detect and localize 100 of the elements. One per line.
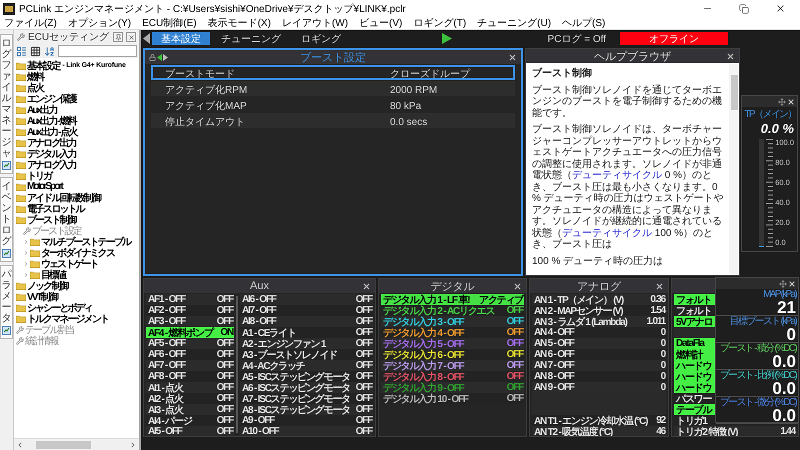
- close-button[interactable]: [126, 32, 136, 42]
- help-paragraph: 100 % デューティ時の圧力は: [532, 256, 664, 267]
- channel-label: AF3 - OFF: [148, 316, 185, 327]
- close-icon[interactable]: [726, 52, 735, 61]
- tree-item[interactable]: MotorSport: [16, 181, 62, 192]
- tab[interactable]: チューニング: [212, 32, 290, 45]
- scroll-left-icon[interactable]: [16, 440, 24, 448]
- forward-icon[interactable]: [163, 54, 168, 61]
- channel-value: OFF: [506, 316, 523, 327]
- channel-label: デジタル入力 2 - ACリクエス: [383, 305, 494, 316]
- tree-item[interactable]: ウェストゲート: [23, 258, 98, 269]
- menu-item[interactable]: ロギング(T): [413, 16, 466, 30]
- tree-item[interactable]: デジタル入力: [16, 148, 76, 159]
- move-icon[interactable]: [779, 280, 787, 288]
- channel-value: OFF: [506, 371, 523, 382]
- channel-value: OFF: [506, 382, 523, 393]
- close-icon[interactable]: [788, 280, 796, 288]
- channel-value: OFF: [216, 371, 233, 382]
- grid-icon[interactable]: [30, 46, 41, 56]
- tree-item[interactable]: ブースト制御: [16, 214, 76, 225]
- side-tab[interactable]: ログファイルマネージャ: [0, 34, 13, 174]
- help-link[interactable]: デューティサイクル: [572, 170, 662, 181]
- close-icon[interactable]: [508, 53, 517, 62]
- tree-item[interactable]: マルチブーストテーブル: [23, 236, 130, 247]
- close-icon[interactable]: [655, 282, 664, 291]
- search-field[interactable]: [58, 45, 137, 57]
- channel-value: 0: [660, 338, 665, 349]
- channel-label: AN 4 - OFF: [534, 327, 574, 338]
- move-icon[interactable]: [778, 98, 786, 106]
- gauge-label: ブースト - 積分 (%DC): [720, 343, 796, 354]
- setting-row[interactable]: ブーストモード クローズドループ: [151, 65, 515, 80]
- scrollbar-thumb[interactable]: [36, 440, 91, 448]
- setting-name: アクティブ化MAP: [165, 100, 248, 113]
- side-tab[interactable]: イベントログ: [0, 177, 13, 262]
- pin-button[interactable]: [113, 32, 123, 42]
- gauge-value: 0.0: [772, 381, 796, 396]
- menu-item[interactable]: ビュー(V): [359, 16, 402, 30]
- menu-item[interactable]: 表示モード(X): [208, 16, 271, 30]
- scrollbar-thumb[interactable]: [730, 75, 738, 110]
- tree-item[interactable]: 電子スロットル: [16, 203, 84, 214]
- side-tab[interactable]: パラメータ: [0, 265, 13, 339]
- help-heading: ブースト制御: [532, 68, 593, 80]
- tree-item[interactable]: エンジン保護: [16, 93, 76, 104]
- setting-value: 0.0 secs: [390, 116, 428, 128]
- tree-item[interactable]: アナログ入力: [16, 159, 76, 170]
- sort-icon[interactable]: [44, 46, 55, 56]
- tree-item[interactable]: 燃料: [16, 71, 44, 82]
- channel-value: OFF: [216, 294, 233, 305]
- tree-item[interactable]: ノック制御: [16, 280, 68, 291]
- close-icon[interactable]: [362, 282, 371, 290]
- menu-item[interactable]: チューニング(U): [477, 16, 552, 30]
- tree-item[interactable]: Aux出力: [16, 104, 56, 115]
- tree-item[interactable]: ブースト設定: [23, 225, 81, 236]
- horizontal-scrollbar[interactable]: [14, 438, 139, 450]
- lock-icon[interactable]: [149, 54, 156, 61]
- scroll-right-icon[interactable]: [129, 440, 137, 448]
- tree-item[interactable]: アイドル回転数制御: [16, 192, 100, 203]
- panel-title: ブースト設定: [300, 50, 366, 65]
- close-icon[interactable]: [513, 282, 522, 291]
- tree-item[interactable]: トルクマネージメント: [16, 313, 108, 324]
- channel-label: AI8 - OFF: [242, 316, 276, 327]
- channel-value: OFF: [356, 404, 372, 415]
- channel-label: AN T1 - エンジン冷却水温 (°C): [534, 414, 648, 426]
- scroll-left-icon[interactable]: [143, 33, 150, 44]
- channel-value: OFF: [356, 294, 372, 305]
- setting-row[interactable]: 停止タイムアウト 0.0 secs: [151, 113, 515, 128]
- close-icon: [128, 34, 134, 40]
- channel-value: OFF: [506, 360, 523, 371]
- menu-item[interactable]: オプション(Y): [68, 16, 132, 30]
- restore-icon[interactable]: [739, 4, 749, 14]
- menu-item[interactable]: ヘルプ(S): [562, 16, 606, 30]
- channel-label: デジタル入力 9 - OFF: [383, 382, 464, 394]
- categorized-icon[interactable]: [16, 46, 27, 56]
- channel-label: AI4 - パージ: [148, 415, 192, 427]
- tree-item[interactable]: トリガ: [16, 170, 52, 181]
- tree-item[interactable]: 目標値: [23, 269, 66, 280]
- setting-name: ブーストモード: [165, 68, 236, 81]
- tab[interactable]: 基本設定: [152, 32, 210, 45]
- tree-item[interactable]: アナログ出力: [16, 137, 76, 148]
- back-icon[interactable]: [157, 54, 162, 61]
- setting-row[interactable]: アクティブ化RPM 2000 RPM: [151, 81, 515, 96]
- channel-value: OFF: [506, 349, 523, 360]
- close-icon[interactable]: [775, 3, 786, 14]
- channel-value: OFF: [356, 426, 372, 436]
- tree-item[interactable]: Aux 出力 - 点火: [16, 126, 77, 137]
- tree-item[interactable]: VVT制御: [16, 291, 57, 302]
- help-link[interactable]: デューティサイクル: [562, 228, 652, 238]
- vertical-scrollbar[interactable]: [729, 63, 739, 275]
- menu-item[interactable]: ECU制御(E): [142, 16, 197, 30]
- play-icon[interactable]: [442, 33, 452, 44]
- tree-item[interactable]: 統計情報: [16, 335, 58, 346]
- menu-item[interactable]: ファイル(Z): [4, 16, 57, 30]
- tree-item[interactable]: 点火: [16, 82, 44, 93]
- tree-item[interactable]: Aux出力 - 燃料: [16, 115, 76, 126]
- tree-item[interactable]: シャシーとボディ: [16, 302, 92, 313]
- tree-item[interactable]: ターボダイナミクス: [23, 247, 114, 258]
- menu-item[interactable]: レイアウト(W): [282, 16, 348, 30]
- tab[interactable]: ロギング: [292, 32, 350, 45]
- close-icon[interactable]: [787, 98, 795, 106]
- channel-label: AF7 - OFF: [148, 360, 185, 371]
